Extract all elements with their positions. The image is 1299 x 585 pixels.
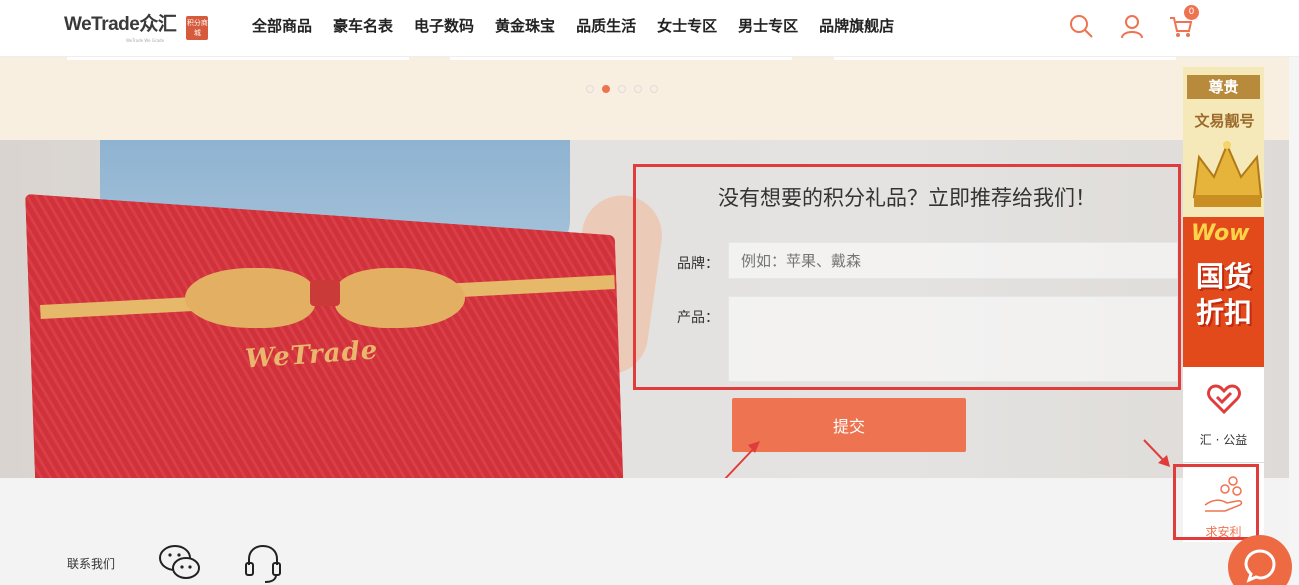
promo-top-title: 尊贵 (1187, 75, 1260, 99)
wechat-icon[interactable] (158, 543, 202, 583)
benefit-highlight (1173, 464, 1259, 540)
product-textarea[interactable] (728, 296, 1178, 382)
annotation-arrow-benefit (1143, 439, 1170, 467)
nav-item-women[interactable]: 女士专区 (657, 16, 717, 36)
main-nav: 全部商品 豪车名表 电子数码 黄金珠宝 品质生活 女士专区 男士专区 品牌旗舰店 (252, 16, 915, 36)
brand-label: 品牌： (677, 256, 719, 272)
promo-wow: Wow (1191, 221, 1250, 246)
site-logo[interactable]: WeTrade众汇 WeTrade We Grade 积分商城 (64, 14, 209, 44)
carousel-dot[interactable] (586, 85, 594, 93)
gift-box-illustration (25, 193, 625, 478)
crown-icon (1192, 141, 1263, 207)
charity-button[interactable]: 汇 · 公益 (1183, 367, 1264, 462)
product-label: 产品： (677, 310, 719, 326)
nav-item-luxury-cars-watches[interactable]: 豪车名表 (333, 16, 393, 36)
contact-us-label: 联系我们 (67, 557, 116, 571)
carousel-cards (0, 57, 1299, 61)
carousel-dot[interactable] (650, 85, 658, 93)
carousel-dots (586, 85, 666, 93)
chat-icon (1244, 549, 1276, 583)
nav-item-all-products[interactable]: 全部商品 (252, 16, 312, 36)
heart-icon (1207, 384, 1241, 414)
nav-item-brand-stores[interactable]: 品牌旗舰店 (819, 16, 894, 36)
nav-item-gold-jewelry[interactable]: 黄金珠宝 (495, 16, 555, 36)
logo-text: WeTrade众汇 (64, 14, 177, 35)
promo-premium-number[interactable]: 尊贵 文易靓号 (1183, 67, 1264, 217)
carousel-dot[interactable] (618, 85, 626, 93)
promo-discount-text: 国货折扣 (1195, 260, 1252, 329)
carousel-banner (0, 57, 1299, 140)
brand-input[interactable] (728, 242, 1178, 279)
scrollbar[interactable] (1289, 57, 1299, 585)
customer-service-icon[interactable] (243, 543, 283, 585)
nav-item-quality-life[interactable]: 品质生活 (576, 16, 636, 36)
cart-count-badge: 0 (1184, 5, 1199, 20)
promo-top-subtitle: 文易靓号 (1194, 112, 1255, 130)
logo-subtitle: WeTrade We Grade (126, 38, 165, 43)
nav-item-electronics[interactable]: 电子数码 (414, 16, 474, 36)
page-root: WeTrade众汇 WeTrade We Grade 积分商城 全部商品 豪车名… (0, 0, 1299, 585)
top-header: WeTrade众汇 WeTrade We Grade 积分商城 全部商品 豪车名… (0, 0, 1299, 57)
logo-badge: 积分商城 (186, 16, 209, 40)
charity-label: 汇 · 公益 (1199, 433, 1248, 447)
nav-item-men[interactable]: 男士专区 (738, 16, 798, 36)
carousel-dot[interactable] (602, 85, 610, 93)
search-icon[interactable] (1068, 13, 1094, 39)
carousel-dot[interactable] (634, 85, 642, 93)
recommend-form-title: 没有想要的积分礼品？立即推荐给我们！ (718, 186, 1096, 210)
user-icon[interactable] (1119, 13, 1145, 39)
promo-domestic-discount[interactable]: Wow 国货折扣 (1183, 217, 1264, 367)
